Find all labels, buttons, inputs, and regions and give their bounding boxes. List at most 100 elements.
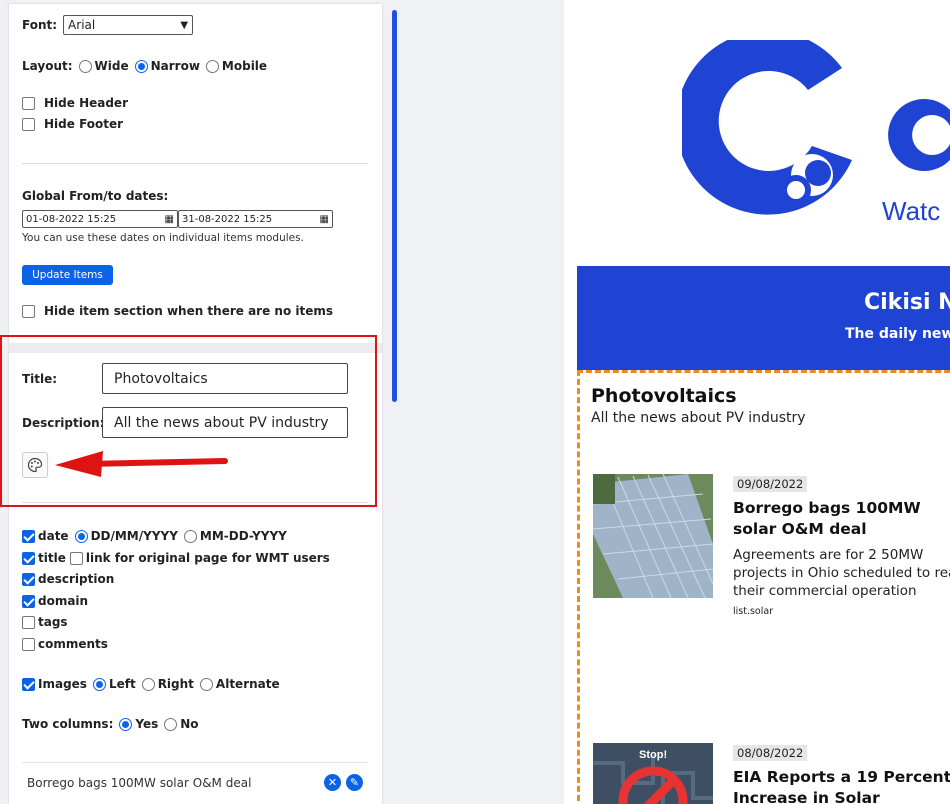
- thumbnail-stop-text: Stop!: [639, 749, 667, 761]
- title-field-row: title link for original page for WMT use…: [22, 551, 330, 565]
- calendar-icon: ▦: [319, 213, 329, 225]
- comments-field-row: comments: [22, 637, 108, 651]
- font-select-value: Arial: [68, 18, 96, 32]
- tags-checkbox[interactable]: [22, 615, 35, 629]
- article-date: 08/08/2022: [733, 745, 808, 761]
- date-format-ddmmyyyy[interactable]: DD/MM/YYYY: [74, 529, 178, 543]
- radio-right[interactable]: [141, 677, 155, 691]
- two-columns-yes[interactable]: Yes: [119, 717, 158, 731]
- logo-subtext: Watc: [882, 196, 940, 226]
- logo: Watc: [682, 40, 950, 226]
- date-format-mmddyyyy[interactable]: MM-DD-YYYY: [183, 529, 287, 543]
- layout-option-label: Wide: [94, 59, 129, 73]
- hide-empty-checkbox[interactable]: [22, 304, 35, 318]
- two-columns-no[interactable]: No: [164, 717, 199, 731]
- calendar-icon: ▦: [164, 213, 174, 225]
- article-domain: list.solar: [733, 606, 774, 617]
- two-columns-option-label: Yes: [135, 717, 159, 731]
- title-checkbox[interactable]: [22, 551, 35, 565]
- article-thumbnail: Stop!: [593, 743, 713, 804]
- layout-option-label: Mobile: [221, 59, 268, 73]
- layout-label: Layout:: [22, 59, 73, 73]
- hide-empty-label: Hide item section when there are no item…: [44, 304, 334, 318]
- date-format-label: MM-DD-YYYY: [199, 529, 287, 543]
- images-checkbox[interactable]: [22, 677, 35, 691]
- two-columns-row: Two columns: Yes No: [22, 717, 205, 731]
- hide-footer-checkbox[interactable]: [22, 117, 35, 131]
- divider: [22, 163, 368, 164]
- hide-header-row[interactable]: Hide Header: [22, 96, 128, 110]
- date-range-row: 01-08-2022 15:25 ▦ 31-08-2022 15:25 ▦: [22, 210, 333, 228]
- list-item[interactable]: Borrego bags 100MW solar O&M deal ✕ ✎: [22, 762, 368, 802]
- layout-option-narrow[interactable]: Narrow: [134, 59, 200, 73]
- radio-mmddyyyy[interactable]: [183, 529, 197, 543]
- edit-icon[interactable]: ✎: [346, 774, 363, 791]
- annotation-arrow-icon: [55, 451, 228, 477]
- hide-header-label: Hide Header: [44, 96, 128, 110]
- radio-ddmmyyyy[interactable]: [74, 529, 88, 543]
- radio-yes[interactable]: [119, 717, 133, 731]
- link-original-checkbox[interactable]: [69, 551, 83, 565]
- layout-row: Layout: Wide Narrow Mobile: [22, 59, 273, 73]
- layout-option-wide[interactable]: Wide: [78, 59, 129, 73]
- title-field-label: title: [38, 551, 66, 565]
- date-from-input[interactable]: 01-08-2022 15:25 ▦: [22, 210, 178, 228]
- link-original-label: link for original page for WMT users: [85, 551, 330, 565]
- date-field-row: date DD/MM/YYYY MM-DD-YYYY: [22, 529, 293, 543]
- article-thumbnail: [593, 474, 713, 598]
- hide-empty-row[interactable]: Hide item section when there are no item…: [22, 304, 333, 318]
- radio-wide[interactable]: [78, 59, 92, 73]
- image-position-left[interactable]: Left: [92, 677, 136, 691]
- article-title[interactable]: EIA Reports a 19 Percent Increase in Sol…: [733, 767, 950, 804]
- list-item-title: Borrego bags 100MW solar O&M deal: [27, 775, 252, 790]
- date-checkbox[interactable]: [22, 529, 35, 543]
- hide-footer-row[interactable]: Hide Footer: [22, 117, 123, 131]
- tags-field-label: tags: [38, 615, 68, 629]
- article-description: Agreements are for 2 50MW projects in Oh…: [733, 547, 950, 599]
- list-item-actions: ✕ ✎: [319, 774, 363, 791]
- image-position-label: Right: [157, 677, 194, 691]
- app-root: Font: Arial ▼ Layout: Wide Narrow Mobile…: [0, 0, 950, 804]
- layout-option-label: Narrow: [150, 59, 200, 73]
- domain-field-row: domain: [22, 594, 88, 608]
- newsletter-preview: Watc Cikisi N The daily news Photovoltai…: [564, 0, 950, 804]
- two-columns-option-label: No: [180, 717, 199, 731]
- radio-narrow[interactable]: [134, 59, 148, 73]
- two-columns-label: Two columns:: [22, 717, 114, 731]
- domain-field-label: domain: [38, 594, 89, 608]
- radio-mobile[interactable]: [205, 59, 219, 73]
- date-to-input[interactable]: 31-08-2022 15:25 ▦: [178, 210, 333, 228]
- remove-icon[interactable]: ✕: [324, 774, 341, 791]
- image-position-alternate[interactable]: Alternate: [199, 677, 280, 691]
- radio-no[interactable]: [164, 717, 178, 731]
- chevron-down-icon: ▼: [180, 19, 189, 31]
- section-description: All the news about PV industry: [591, 410, 806, 426]
- article-title[interactable]: Borrego bags 100MW solar O&M deal: [733, 498, 950, 540]
- global-dates-label: Global From/to dates:: [22, 189, 169, 203]
- date-to-value: 31-08-2022 15:25: [182, 213, 273, 225]
- image-position-right[interactable]: Right: [141, 677, 194, 691]
- layout-option-mobile[interactable]: Mobile: [205, 59, 268, 73]
- dates-hint: You can use these dates on individual it…: [22, 232, 304, 244]
- comments-field-label: comments: [38, 637, 108, 651]
- description-field-row: description: [22, 572, 114, 586]
- hide-header-checkbox[interactable]: [22, 96, 35, 110]
- description-checkbox[interactable]: [22, 572, 35, 586]
- images-label: Images: [38, 677, 87, 691]
- domain-checkbox[interactable]: [22, 594, 35, 608]
- date-field-label: date: [38, 529, 69, 543]
- comments-checkbox[interactable]: [22, 637, 35, 651]
- image-position-label: Left: [108, 677, 136, 691]
- article-date: 09/08/2022: [733, 476, 808, 492]
- tags-field-row: tags: [22, 615, 68, 629]
- newsletter-banner: Cikisi N The daily news: [577, 266, 950, 370]
- radio-alternate[interactable]: [199, 677, 213, 691]
- scrollbar[interactable]: [392, 10, 397, 402]
- update-items-button[interactable]: Update Items: [22, 265, 113, 285]
- radio-left[interactable]: [92, 677, 106, 691]
- highlight-box: [0, 335, 377, 507]
- banner-title: Cikisi N: [864, 290, 950, 315]
- date-format-label: DD/MM/YYYY: [90, 529, 178, 543]
- font-select[interactable]: Arial ▼: [63, 15, 194, 35]
- font-label: Font:: [22, 18, 58, 32]
